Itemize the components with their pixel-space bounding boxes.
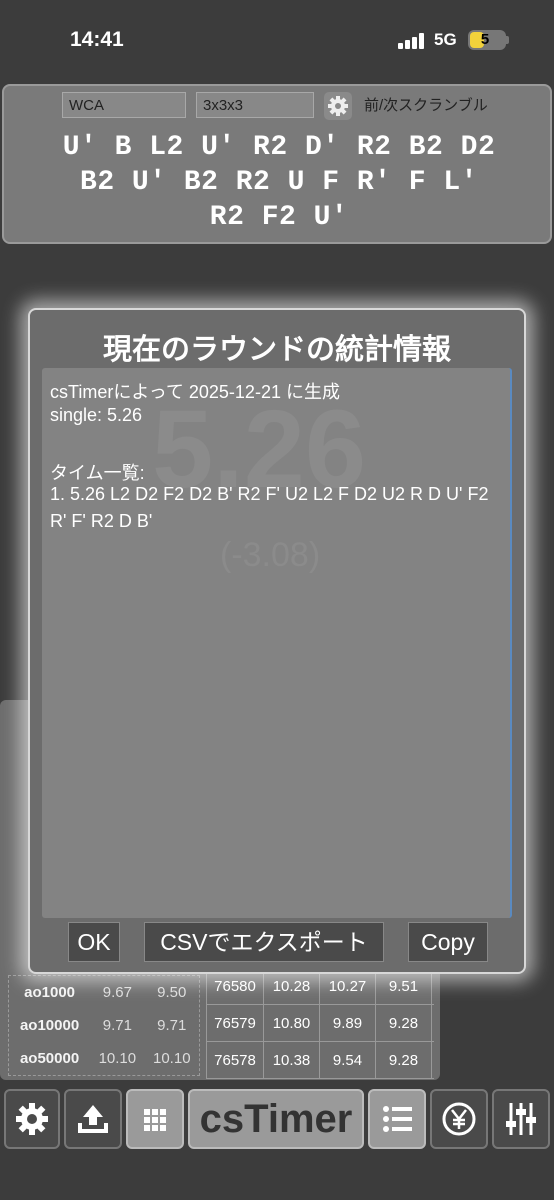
ao-current[interactable]: 9.71 xyxy=(90,1017,144,1034)
gear-icon xyxy=(16,1103,48,1135)
solve-time[interactable]: 10.80 xyxy=(264,1004,320,1042)
status-bar: 14:41 5G 5 xyxy=(0,0,554,84)
grid-icon xyxy=(144,1109,166,1131)
cstimer-logo-button[interactable]: csTimer xyxy=(188,1089,364,1149)
stats-textarea[interactable]: 5.26 (-3.08) csTimerによって 2025-12-21 に生成 … xyxy=(42,368,512,918)
export-button[interactable] xyxy=(64,1089,122,1149)
battery-icon: 5 xyxy=(468,30,506,50)
time-list-entry: 1. 5.26 L2 D2 F2 D2 B' R2 F' U2 L2 F D2 … xyxy=(50,484,489,531)
round-stats-dialog: 現在のラウンドの統計情報 5.26 (-3.08) csTimerによって 20… xyxy=(28,308,526,974)
ao-best[interactable]: 10.10 xyxy=(145,1050,199,1067)
single-line: single: 5.26 xyxy=(50,405,143,425)
sliders-icon xyxy=(506,1103,536,1135)
yen-icon xyxy=(442,1102,476,1136)
solve-ao12: 9.28 xyxy=(376,1004,432,1042)
list-button[interactable] xyxy=(368,1089,426,1149)
times-table: 76580 10.28 10.27 9.51 76579 10.80 9.89 … xyxy=(206,967,434,1079)
grid-button[interactable] xyxy=(126,1089,184,1149)
gear-icon xyxy=(328,96,348,116)
scramble-text: U' B L2 U' R2 D' R2 B2 D2 B2 U' B2 R2 U … xyxy=(4,130,554,235)
table-row[interactable]: 76578 10.38 9.54 9.28 xyxy=(206,1041,434,1079)
scramble-settings-button[interactable] xyxy=(324,92,352,120)
status-time: 14:41 xyxy=(70,28,124,51)
ghost-delta: (-3.08) xyxy=(220,536,321,574)
table-row: ao50000 10.10 10.10 xyxy=(9,1042,199,1075)
currency-button[interactable] xyxy=(430,1089,488,1149)
logo-text: csTimer xyxy=(199,1097,353,1141)
table-row[interactable]: 76579 10.80 9.89 9.28 xyxy=(206,1004,434,1042)
generated-line: csTimerによって 2025-12-21 に生成 xyxy=(50,382,340,402)
network-label: 5G xyxy=(434,30,457,49)
home-area xyxy=(0,1155,554,1200)
solve-ao5: 9.54 xyxy=(320,1041,376,1079)
csv-export-button[interactable]: CSVでエクスポート xyxy=(144,922,384,962)
table-row: ao1000 9.67 9.50 xyxy=(9,976,199,1009)
solve-ao5: 9.89 xyxy=(320,1004,376,1042)
bottom-toolbar: csTimer xyxy=(0,1085,554,1155)
ao-label: ao10000 xyxy=(19,1017,80,1034)
table-row: ao10000 9.71 9.71 xyxy=(9,1009,199,1042)
ao-current[interactable]: 9.67 xyxy=(90,984,144,1001)
event-select[interactable]: WCA xyxy=(62,92,186,118)
scramble-line: U' B L2 U' R2 D' R2 B2 D2 xyxy=(62,132,496,163)
ao-label: ao50000 xyxy=(19,1050,80,1067)
tools-button[interactable] xyxy=(492,1089,550,1149)
upload-icon xyxy=(78,1105,108,1133)
settings-button[interactable] xyxy=(4,1089,60,1149)
solve-ao12: 9.28 xyxy=(376,1041,432,1079)
solve-index: 76578 xyxy=(206,1041,264,1079)
ao-best[interactable]: 9.50 xyxy=(145,984,199,1001)
signal-icon xyxy=(398,33,428,49)
ok-button[interactable]: OK xyxy=(68,922,120,962)
scramble-line: B2 U' B2 R2 U F R' F L' xyxy=(80,167,478,198)
average-table: ao1000 9.67 9.50 ao10000 9.71 9.71 ao500… xyxy=(8,975,200,1076)
puzzle-select[interactable]: 3x3x3 xyxy=(196,92,314,118)
battery-level: 5 xyxy=(480,31,490,48)
solve-time[interactable]: 10.38 xyxy=(264,1041,320,1079)
ao-label: ao1000 xyxy=(24,984,75,1001)
copy-button[interactable]: Copy xyxy=(408,922,488,962)
prev-next-scramble-link[interactable]: 前/次スクランブル xyxy=(364,94,488,115)
ao-current[interactable]: 10.10 xyxy=(90,1050,144,1067)
dialog-title: 現在のラウンドの統計情報 xyxy=(102,334,451,366)
list-icon xyxy=(383,1106,412,1132)
scramble-line: R2 F2 U' xyxy=(209,202,349,233)
ao-best[interactable]: 9.71 xyxy=(145,1017,199,1034)
solve-index: 76579 xyxy=(206,1004,264,1042)
scramble-panel: WCA 3x3x3 前/次スクランブル U' B L2 U' R2 D' R2 … xyxy=(2,84,552,244)
